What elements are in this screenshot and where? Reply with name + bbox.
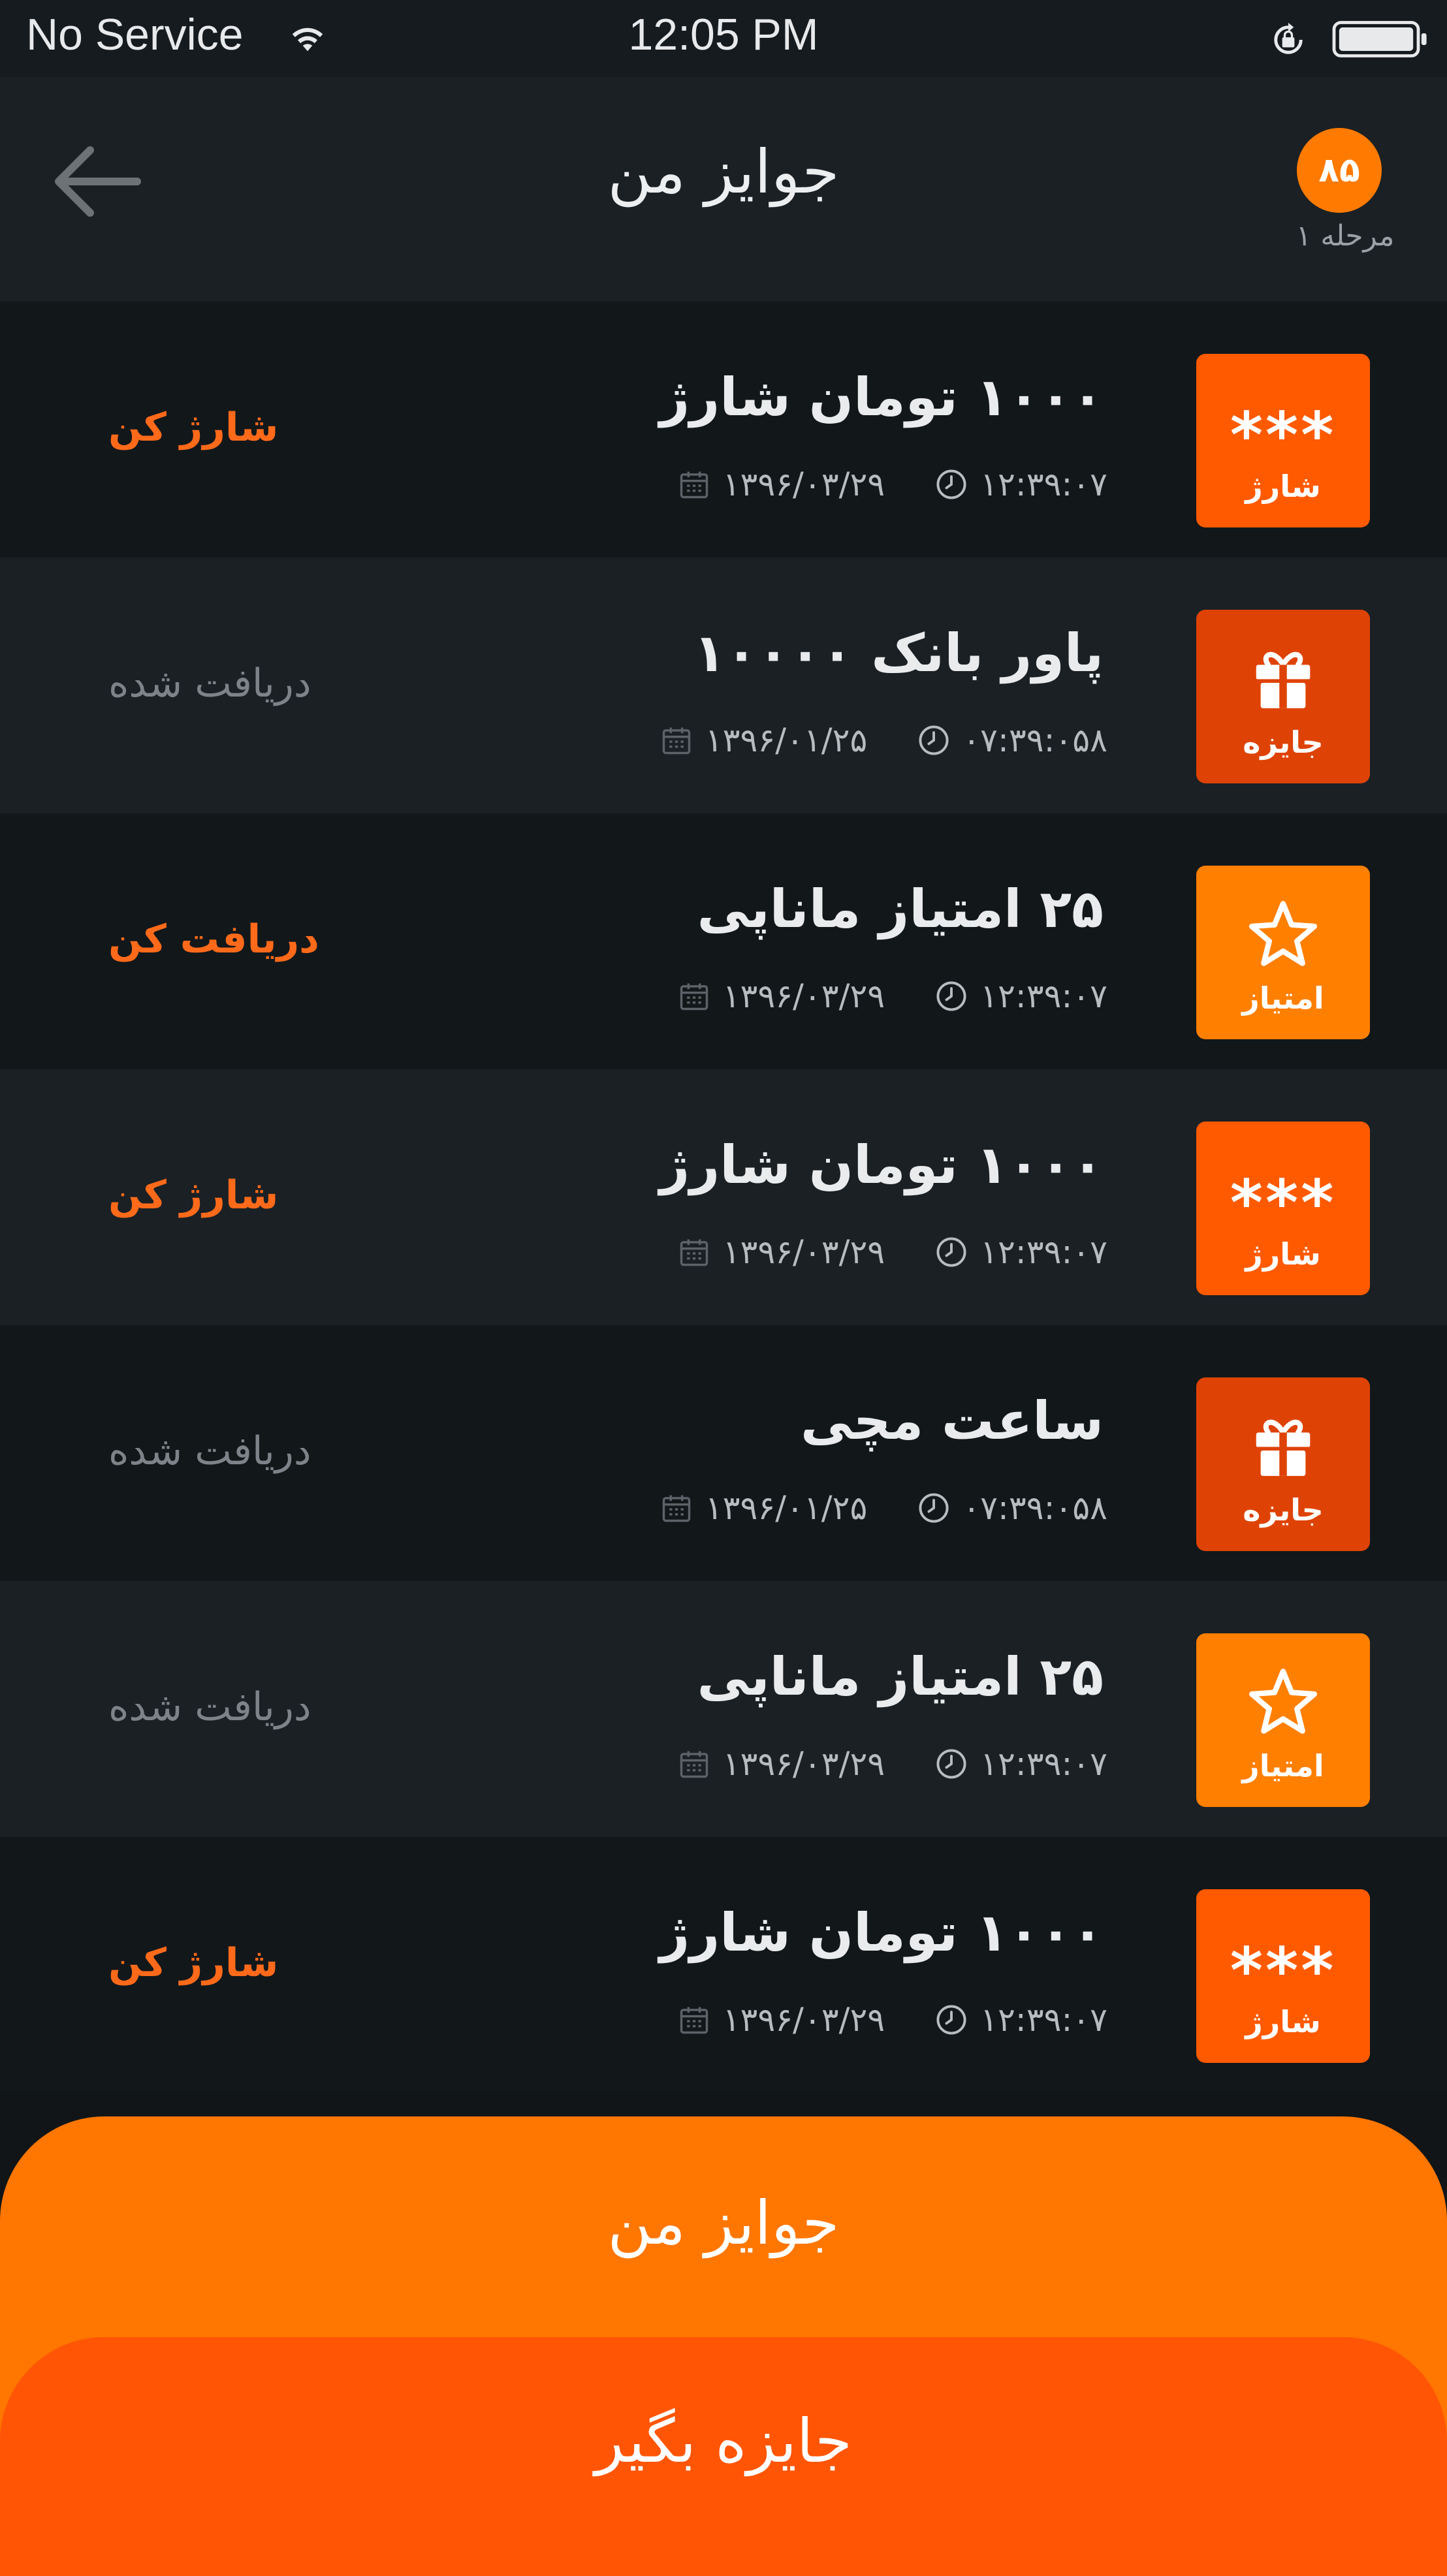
get-prize-button[interactable]: جایزه بگیر [0,2337,1447,2576]
prize-row: *** شارژ ۱۰۰۰ تومان شارژ ۱۲:۳۹:۰۷ ۱۳۹۶/۰۳/۲۹… [0,302,1447,558]
clock-icon [936,1237,966,1267]
prize-type-tile: جایزه [1196,1377,1370,1551]
prize-type-tile: *** شارژ [1196,354,1370,527]
prize-time: ۰۷:۳۹:۰۵۸ [962,1489,1107,1527]
tile-label: جایزه [1243,725,1324,760]
prize-time: ۰۷:۳۹:۰۵۸ [962,721,1107,759]
clock-icon [936,981,966,1011]
prize-type-tile: جایزه [1196,610,1370,783]
prize-title: پاور بانک ۱۰۰۰۰ [693,623,1104,683]
prize-date: ۱۳۹۶/۰۱/۲۵ [705,721,868,759]
prize-time: ۱۲:۳۹:۰۷ [980,977,1107,1015]
tile-label: شارژ [1245,1236,1321,1272]
app-header: جوایز من ۸۵ مرحله ۱ [0,77,1447,302]
rotation-lock-icon [1274,22,1303,54]
prize-row: امتیاز ۲۵ امتیاز ماناپی ۱۲:۳۹:۰۷ ۱۳۹۶/۰۳/۲۹… [0,813,1447,1069]
gift-icon [1256,1419,1311,1476]
level-label: مرحله ۱ [1296,219,1395,253]
clock-icon [936,1749,966,1779]
tile-symbol [1196,1404,1370,1488]
prize-type-tile: امتیاز [1196,1633,1370,1807]
calendar-icon [662,727,690,755]
prize-title: ۱۰۰۰ تومان شارژ [660,1135,1104,1195]
prize-type-tile: امتیاز [1196,866,1370,1039]
charge-stars: *** [1230,1167,1337,1240]
gift-icon [1256,652,1311,708]
star-icon [1248,901,1318,966]
prize-row: امتیاز ۲۵ امتیاز ماناپی ۱۲:۳۹:۰۷ ۱۳۹۶/۰۳/۲۹… [0,1581,1447,1837]
tile-label: شارژ [1245,2004,1321,2039]
tile-label: شارژ [1245,469,1321,504]
tile-symbol: *** [1196,1915,1370,2007]
clock-icon [936,469,966,499]
battery-icon [1332,21,1427,57]
prize-action-button[interactable]: شارژ کن [108,1172,278,1218]
prize-title: ۱۰۰۰ تومان شارژ [660,367,1104,428]
prize-date: ۱۳۹۶/۰۳/۲۹ [722,977,885,1015]
prize-row: جایزه پاور بانک ۱۰۰۰۰ ۰۷:۳۹:۰۵۸ ۱۳۹۶/۰۱/۲۵ د… [0,558,1447,813]
prize-type-tile: *** شارژ [1196,1122,1370,1295]
prize-action-button[interactable]: دریافت کن [108,917,319,962]
calendar-icon [680,471,708,499]
prize-meta: ۰۷:۳۹:۰۵۸ ۱۳۹۶/۰۱/۲۵ [660,721,1107,760]
prize-time: ۱۲:۳۹:۰۷ [980,1233,1107,1271]
prize-title: ۲۵ امتیاز ماناپی [697,879,1104,939]
prize-title: ساعت مچی [800,1390,1104,1451]
tile-label: امتیاز [1242,981,1324,1016]
prize-title: ۲۵ امتیاز ماناپی [697,1646,1104,1707]
prize-list: *** شارژ ۱۰۰۰ تومان شارژ ۱۲:۳۹:۰۷ ۱۳۹۶/۰۳/۲۹… [0,302,1447,2093]
prize-meta: ۱۲:۳۹:۰۷ ۱۳۹۶/۰۳/۲۹ [677,2000,1107,2039]
prize-meta: ۱۲:۳۹:۰۷ ۱۳۹۶/۰۳/۲۹ [677,977,1107,1016]
prize-title: ۱۰۰۰ تومان شارژ [660,1902,1104,1963]
prize-status-label: دریافت شده [108,1428,311,1474]
tile-symbol [1196,892,1370,977]
tile-symbol [1196,636,1370,721]
tile-symbol: *** [1196,1148,1370,1240]
charge-stars: *** [1230,1934,1337,2007]
prize-row: جایزه ساعت مچی ۰۷:۳۹:۰۵۸ ۱۳۹۶/۰۱/۲۵ دریافت ش… [0,1325,1447,1581]
prize-type-tile: *** شارژ [1196,1889,1370,2063]
prize-date: ۱۳۹۶/۰۳/۲۹ [722,2001,885,2039]
tile-label: جایزه [1243,1492,1324,1528]
clock-icon [936,2005,966,2035]
prize-action-button[interactable]: شارژ کن [108,405,278,450]
prize-date: ۱۳۹۶/۰۱/۲۵ [705,1489,868,1527]
prize-status-label: دریافت شده [108,661,311,706]
prize-meta: ۱۲:۳۹:۰۷ ۱۳۹۶/۰۳/۲۹ [677,465,1107,504]
my-prizes-label: جوایز من [607,2188,840,2258]
prize-time: ۱۲:۳۹:۰۷ [980,1745,1107,1783]
prize-date: ۱۳۹۶/۰۳/۲۹ [722,1233,885,1271]
tile-symbol [1196,1659,1370,1744]
prize-date: ۱۳۹۶/۰۳/۲۹ [722,1745,885,1783]
prize-meta: ۱۲:۳۹:۰۷ ۱۳۹۶/۰۳/۲۹ [677,1233,1107,1272]
charge-stars: *** [1230,399,1337,472]
prize-time: ۱۲:۳۹:۰۷ [980,465,1107,503]
prize-meta: ۰۷:۳۹:۰۵۸ ۱۳۹۶/۰۱/۲۵ [660,1488,1107,1528]
page-title: جوایز من [607,137,840,207]
prize-row: *** شارژ ۱۰۰۰ تومان شارژ ۱۲:۳۹:۰۷ ۱۳۹۶/۰۳/۲۹… [0,1069,1447,1325]
star-icon [1248,1669,1318,1734]
status-bar: No Service 12:05 PM [0,0,1447,77]
prize-row: *** شارژ ۱۰۰۰ تومان شارژ ۱۲:۳۹:۰۷ ۱۳۹۶/۰۳/۲۹… [0,1837,1447,2093]
app-screen: No Service 12:05 PM جوایز من ۸۵ مرحله ۱ [0,0,1447,2576]
calendar-icon [680,1751,708,1778]
prize-meta: ۱۲:۳۹:۰۷ ۱۳۹۶/۰۳/۲۹ [677,1744,1107,1783]
prize-date: ۱۳۹۶/۰۳/۲۹ [722,465,885,503]
get-prize-label: جایزه بگیر [595,2406,852,2476]
prize-time: ۱۲:۳۹:۰۷ [980,2001,1107,2039]
calendar-icon [680,2007,708,2034]
level-badge: ۸۵ [1297,128,1382,213]
clock-icon [919,725,949,755]
calendar-icon [662,1495,690,1522]
clock: 12:05 PM [628,10,819,59]
clock-icon [919,1493,949,1523]
calendar-icon [680,983,708,1011]
prize-action-button[interactable]: شارژ کن [108,1940,278,1986]
calendar-icon [680,1239,708,1266]
tile-label: امتیاز [1242,1748,1324,1783]
prize-status-label: دریافت شده [108,1684,311,1730]
tile-symbol: *** [1196,380,1370,472]
